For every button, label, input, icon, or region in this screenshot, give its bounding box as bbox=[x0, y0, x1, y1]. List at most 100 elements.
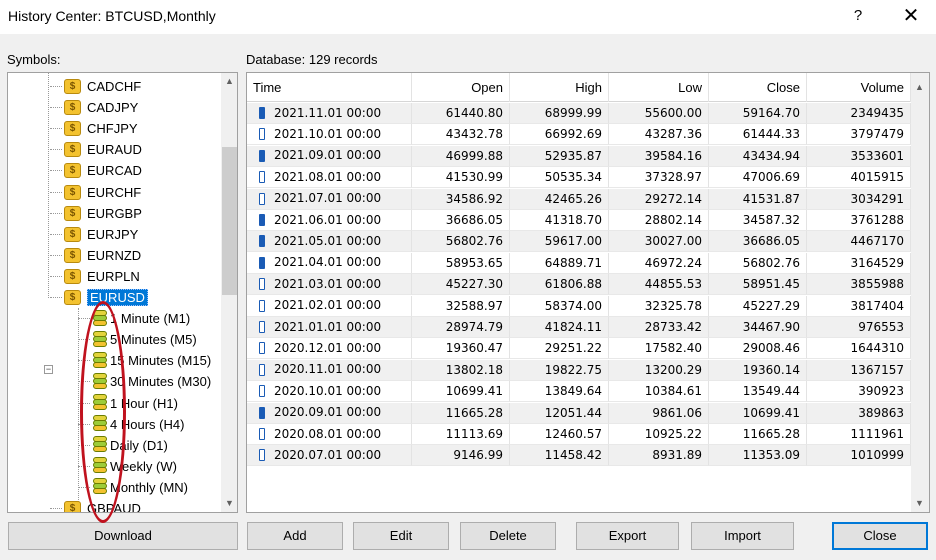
close-window-icon[interactable]: ✕ bbox=[893, 2, 929, 30]
cell-time: 2020.12.01 00:00 bbox=[247, 338, 412, 360]
scroll-up-icon[interactable]: ▲ bbox=[911, 79, 928, 96]
tree-item-symbol-selected[interactable]: $ EURUSD bbox=[64, 287, 148, 308]
cell-time-text: 2021.02.01 00:00 bbox=[274, 298, 382, 313]
collapse-toggle-icon[interactable]: − bbox=[44, 365, 53, 374]
tree-scrollbar[interactable]: ▲ ▼ bbox=[221, 73, 237, 512]
cell-volume: 4015915 bbox=[807, 167, 911, 189]
currency-coin-icon: $ bbox=[64, 268, 81, 284]
records-table[interactable]: Time Open High Low Close Volume 2021.11.… bbox=[246, 72, 930, 513]
tree-item-symbol[interactable]: $ CADJPY bbox=[64, 97, 138, 118]
edit-button[interactable]: Edit bbox=[353, 522, 449, 550]
cell-high: 12460.57 bbox=[510, 424, 609, 445]
tree-item-timeframe[interactable]: Monthly (MN) bbox=[92, 477, 188, 498]
table-row[interactable]: 2021.11.01 00:00 61440.80 68999.99 55600.00… bbox=[247, 103, 911, 124]
cell-low: 9861.06 bbox=[609, 402, 709, 424]
tree-guide-line bbox=[50, 128, 62, 130]
cell-volume: 1010999 bbox=[807, 445, 911, 467]
cell-time-text: 2021.10.01 00:00 bbox=[274, 126, 382, 141]
column-header-open[interactable]: Open bbox=[412, 73, 510, 102]
tree-item-timeframe[interactable]: Weekly (W) bbox=[92, 456, 177, 477]
table-row[interactable]: 2020.12.01 00:00 19360.47 29251.22 17582.40… bbox=[247, 338, 911, 360]
table-row[interactable]: 2021.10.01 00:00 43432.78 66992.69 43287.36… bbox=[247, 124, 911, 146]
tree-item-symbol[interactable]: $ EURJPY bbox=[64, 224, 138, 245]
tree-item-timeframe[interactable]: 4 Hours (H4) bbox=[92, 414, 184, 435]
tree-item-symbol[interactable]: $ CHFJPY bbox=[64, 118, 138, 139]
add-button[interactable]: Add bbox=[247, 522, 343, 550]
tree-item-timeframe[interactable]: 1 Hour (H1) bbox=[92, 393, 178, 414]
column-header-low[interactable]: Low bbox=[609, 73, 709, 102]
tree-item-timeframe[interactable]: Daily (D1) bbox=[92, 435, 168, 456]
cell-open: 9146.99 bbox=[412, 445, 510, 467]
database-icon bbox=[92, 394, 108, 412]
delete-button[interactable]: Delete bbox=[460, 522, 556, 550]
table-row[interactable]: 2021.08.01 00:00 41530.99 50535.34 37328.97… bbox=[247, 167, 911, 189]
currency-coin-icon: $ bbox=[64, 142, 81, 158]
tree-item-symbol[interactable]: $ EURCHF bbox=[64, 182, 141, 203]
table-scrollbar[interactable]: ▲ ▼ bbox=[911, 73, 929, 512]
table-row[interactable]: 2020.07.01 00:00 9146.99 11458.42 8931.89 11… bbox=[247, 445, 911, 467]
tree-item-symbol[interactable]: $ GBPAUD bbox=[64, 498, 141, 512]
candle-icon bbox=[259, 449, 265, 462]
table-row[interactable]: 2020.11.01 00:00 13802.18 19822.75 13200.29… bbox=[247, 359, 911, 381]
scroll-down-icon[interactable]: ▼ bbox=[221, 495, 237, 512]
tree-item-symbol[interactable]: $ EURCAD bbox=[64, 160, 142, 181]
close-button[interactable]: Close bbox=[832, 522, 928, 550]
table-row[interactable]: 2021.02.01 00:00 32588.97 58374.00 32325.78… bbox=[247, 295, 911, 317]
column-header-high[interactable]: High bbox=[510, 73, 609, 102]
table-row[interactable]: 2021.07.01 00:00 34586.92 42465.26 29272.14… bbox=[247, 188, 911, 210]
cell-high: 64889.71 bbox=[510, 252, 609, 274]
table-row[interactable]: 2020.08.01 00:00 11113.69 12460.57 10925.22… bbox=[247, 424, 911, 445]
database-icon bbox=[92, 478, 108, 496]
table-row[interactable]: 2020.09.01 00:00 11665.28 12051.44 9861.06 1… bbox=[247, 402, 911, 424]
cell-low: 13200.29 bbox=[609, 359, 709, 381]
table-row[interactable]: 2021.04.01 00:00 58953.65 64889.71 46972.24… bbox=[247, 252, 911, 274]
tree-item-symbol[interactable]: $ EURPLN bbox=[64, 266, 140, 287]
table-row[interactable]: 2021.03.01 00:00 45227.30 61806.88 44855.53… bbox=[247, 274, 911, 296]
tree-item-symbol[interactable]: $ EURNZD bbox=[64, 245, 141, 266]
table-row[interactable]: 2021.06.01 00:00 36686.05 41318.70 28802.14… bbox=[247, 210, 911, 231]
table-row[interactable]: 2021.09.01 00:00 46999.88 52935.87 39584.16… bbox=[247, 145, 911, 167]
cell-low: 30027.00 bbox=[609, 231, 709, 253]
tree-item-timeframe[interactable]: 30 Minutes (M30) bbox=[92, 371, 211, 392]
cell-close: 29008.46 bbox=[709, 338, 807, 360]
download-button[interactable]: Download bbox=[8, 522, 238, 550]
table-row[interactable]: 2020.10.01 00:00 10699.41 13849.64 10384.61… bbox=[247, 381, 911, 403]
tree-item-timeframe[interactable]: 1 Minute (M1) bbox=[92, 308, 190, 329]
cell-volume: 2349435 bbox=[807, 103, 911, 124]
cell-time-text: 2020.11.01 00:00 bbox=[274, 362, 382, 377]
scroll-down-icon[interactable]: ▼ bbox=[911, 495, 928, 512]
table-row[interactable]: 2021.05.01 00:00 56802.76 59617.00 30027.00… bbox=[247, 231, 911, 253]
tree-guide-line bbox=[50, 297, 62, 298]
currency-coin-icon: $ bbox=[64, 121, 81, 137]
cell-time: 2021.02.01 00:00 bbox=[247, 295, 412, 317]
cell-close: 34587.32 bbox=[709, 210, 807, 231]
tree-item-timeframe[interactable]: 15 Minutes (M15) bbox=[92, 350, 211, 371]
tree-item-symbol[interactable]: $ CADCHF bbox=[64, 76, 141, 97]
cell-time: 2021.03.01 00:00 bbox=[247, 274, 412, 296]
cell-volume: 3797479 bbox=[807, 124, 911, 146]
tree-item-symbol[interactable]: $ EURAUD bbox=[64, 139, 142, 160]
tree-item-symbol[interactable]: $ EURGBP bbox=[64, 203, 142, 224]
symbols-tree[interactable]: $ CADCHF $ CADJPY $ CHFJPY $ EURAUD $ EURCAD $ EURC… bbox=[7, 72, 238, 513]
column-header-volume[interactable]: Volume bbox=[807, 73, 911, 102]
candle-icon bbox=[259, 128, 265, 141]
tree-item-timeframe[interactable]: 5 Minutes (M5) bbox=[92, 329, 197, 350]
symbols-label: Symbols: bbox=[7, 52, 61, 67]
scrollbar-thumb[interactable] bbox=[222, 147, 237, 295]
candle-icon bbox=[259, 107, 265, 119]
database-icon bbox=[92, 436, 108, 454]
cell-close: 10699.41 bbox=[709, 402, 807, 424]
column-header-time[interactable]: Time bbox=[247, 73, 412, 102]
tree-guide-line bbox=[78, 444, 90, 446]
scroll-up-icon[interactable]: ▲ bbox=[221, 73, 237, 90]
candle-icon bbox=[259, 171, 265, 184]
export-button[interactable]: Export bbox=[576, 522, 679, 550]
import-button[interactable]: Import bbox=[691, 522, 794, 550]
currency-coin-icon: $ bbox=[64, 184, 81, 200]
column-header-close[interactable]: Close bbox=[709, 73, 807, 102]
cell-time-text: 2021.09.01 00:00 bbox=[274, 148, 382, 163]
help-button[interactable]: ? bbox=[846, 2, 870, 30]
cell-low: 28802.14 bbox=[609, 210, 709, 231]
table-row[interactable]: 2021.01.01 00:00 28974.79 41824.11 28733.42… bbox=[247, 317, 911, 338]
cell-volume: 389863 bbox=[807, 402, 911, 424]
